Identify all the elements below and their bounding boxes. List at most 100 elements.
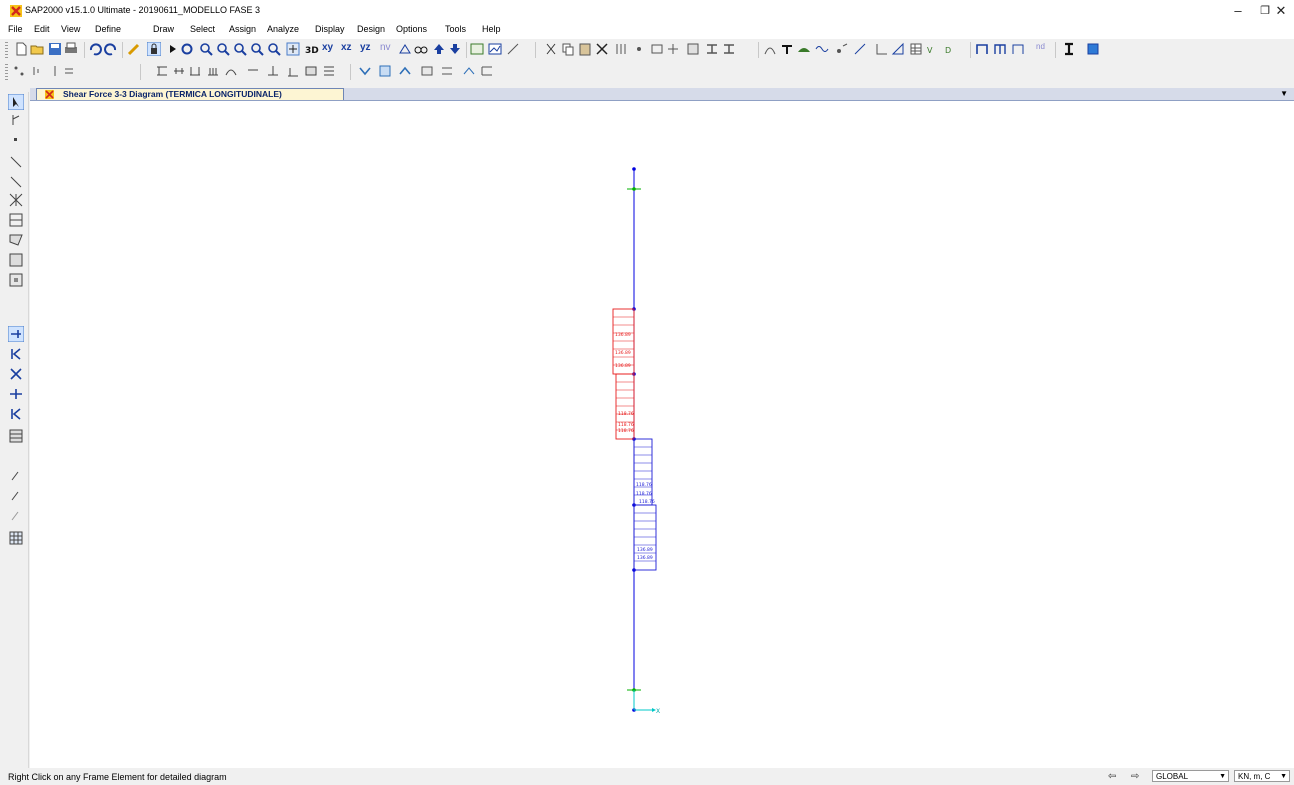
assign-points-aa-icon[interactable] [8, 468, 24, 484]
menu-assign[interactable]: Assign [229, 24, 256, 34]
link-section-icon[interactable] [722, 42, 736, 56]
reshape-icon[interactable] [8, 112, 24, 128]
close-tab-icon[interactable] [45, 90, 54, 99]
draw-frame-icon[interactable] [975, 42, 989, 56]
units-select[interactable]: KN, m, C ▼ [1234, 770, 1290, 782]
redo-icon[interactable] [104, 42, 118, 56]
draw-rect-area-icon[interactable] [8, 252, 24, 268]
shear-segment-2[interactable]: 118.76 118.76 118.76 [615, 373, 635, 440]
snap-intersection-icon[interactable] [48, 64, 62, 78]
show-grid-icon[interactable] [8, 530, 24, 546]
menu-select[interactable]: Select [190, 24, 215, 34]
coordinate-system-select[interactable]: GLOBAL ▼ [1152, 770, 1229, 782]
snap-points-icon[interactable] [12, 64, 26, 78]
minimize-button[interactable]: – [1223, 2, 1253, 20]
section-cut-icon[interactable] [470, 42, 484, 56]
toolbar-grip[interactable] [5, 64, 8, 80]
design-concrete-icon[interactable]: D [945, 42, 959, 56]
lock-icon[interactable] [147, 42, 161, 56]
toolbar-grip[interactable] [5, 42, 8, 58]
menu-help[interactable]: Help [482, 24, 501, 34]
assign-joint-constraint-icon[interactable] [378, 64, 392, 78]
area-section-dropdown-icon[interactable] [1086, 42, 1100, 56]
assign-body-load-icon[interactable] [322, 64, 336, 78]
assign-frame-load-icon[interactable] [172, 64, 186, 78]
assign-area-pressure-icon[interactable] [266, 64, 280, 78]
zoom-window-icon[interactable] [199, 42, 213, 56]
glasses-icon[interactable] [414, 42, 428, 56]
assign-wind-load-icon[interactable] [304, 64, 318, 78]
show-mode-shape-icon[interactable] [815, 42, 829, 56]
show-deformed-icon[interactable] [763, 42, 777, 56]
assign-joint-icon[interactable] [632, 42, 646, 56]
area-section-icon[interactable] [705, 42, 719, 56]
show-virtual-work-icon[interactable] [853, 42, 867, 56]
move-up-icon[interactable] [432, 42, 446, 56]
paste-icon[interactable] [578, 42, 592, 56]
assign-points-ps-icon[interactable] [8, 488, 24, 504]
pencil-icon[interactable] [127, 42, 141, 56]
menu-draw[interactable]: Draw [153, 24, 174, 34]
xy-view-button[interactable]: xy [322, 42, 338, 56]
snap-ends-icon[interactable] [30, 64, 44, 78]
frame-section-icon[interactable] [686, 42, 700, 56]
assign-frame-icon[interactable] [650, 42, 664, 56]
yz-view-button[interactable]: yz [360, 42, 376, 56]
refresh-icon[interactable] [180, 42, 194, 56]
cut-icon[interactable] [544, 42, 558, 56]
menu-options[interactable]: Options [396, 24, 427, 34]
assign-joint-spring-icon[interactable] [398, 64, 412, 78]
print-icon[interactable] [64, 42, 78, 56]
snap-perpendicular-icon[interactable] [62, 64, 76, 78]
quick-draw-frame-icon[interactable] [8, 174, 24, 190]
perspective-icon[interactable] [398, 42, 412, 56]
assign-frame-releases-icon[interactable] [155, 64, 169, 78]
menu-design[interactable]: Design [357, 24, 385, 34]
draw-secondary-beams-icon[interactable] [8, 212, 24, 228]
show-tables-icon[interactable] [909, 42, 923, 56]
display-options-icon[interactable] [488, 42, 502, 56]
zoom-in-icon[interactable] [216, 42, 230, 56]
run-analysis-icon[interactable] [166, 42, 180, 56]
menu-tools[interactable]: Tools [445, 24, 466, 34]
nd-button[interactable]: nd [1036, 42, 1050, 56]
shear-segment-3[interactable]: 118.76 118.76 118.76 [633, 438, 655, 506]
save-icon[interactable] [48, 42, 62, 56]
menu-edit[interactable]: Edit [34, 24, 50, 34]
copy-icon[interactable] [561, 42, 575, 56]
assign-distributed-load-icon[interactable] [188, 64, 202, 78]
zoom-out-icon[interactable] [233, 42, 247, 56]
open-folder-icon[interactable] [30, 42, 44, 56]
draw-frame-line-icon[interactable] [8, 154, 24, 170]
assign-displacement-icon[interactable] [462, 64, 476, 78]
new-model-icon[interactable] [14, 42, 28, 56]
zoom-previous-icon[interactable] [267, 42, 281, 56]
show-forces-icon[interactable] [780, 42, 794, 56]
get-previous-selection-icon[interactable] [8, 346, 24, 362]
shear-segment-4[interactable]: 136.89 136.89 [633, 504, 657, 571]
frame-section-dropdown-icon[interactable] [1062, 42, 1076, 56]
assign-strain-icon[interactable] [224, 64, 238, 78]
fraction-icon[interactable] [506, 42, 520, 56]
tab-shear-force-diagram[interactable]: Shear Force 3-3 Diagram (TERMICA LONGITU… [36, 88, 344, 100]
pointer-icon[interactable] [8, 94, 24, 110]
assign-joint-mass-icon[interactable] [420, 64, 434, 78]
clear-selection-icon[interactable] [8, 366, 24, 382]
menu-analyze[interactable]: Analyze [267, 24, 299, 34]
select-options-icon[interactable] [8, 428, 24, 444]
tab-list-dropdown[interactable]: ▼ [1280, 89, 1288, 98]
xz-view-button[interactable]: xz [341, 42, 357, 56]
design-steel-icon[interactable]: V [927, 42, 941, 56]
previous-view-icon[interactable]: ⇦ [1108, 771, 1116, 782]
draw-tendon-icon[interactable] [1011, 42, 1025, 56]
replicate-icon[interactable] [614, 42, 628, 56]
delete-icon[interactable] [595, 42, 609, 56]
assign-joint-restraint-icon[interactable] [358, 64, 372, 78]
show-plot-functions-icon[interactable] [891, 42, 905, 56]
assign-group-icon[interactable] [480, 64, 494, 78]
show-stresses-icon[interactable] [797, 42, 811, 56]
zoom-extents-icon[interactable] [250, 42, 264, 56]
assign-temperature-icon[interactable] [206, 64, 220, 78]
close-button[interactable]: ✕ [1266, 2, 1294, 20]
select-by-property-icon[interactable] [8, 406, 24, 422]
